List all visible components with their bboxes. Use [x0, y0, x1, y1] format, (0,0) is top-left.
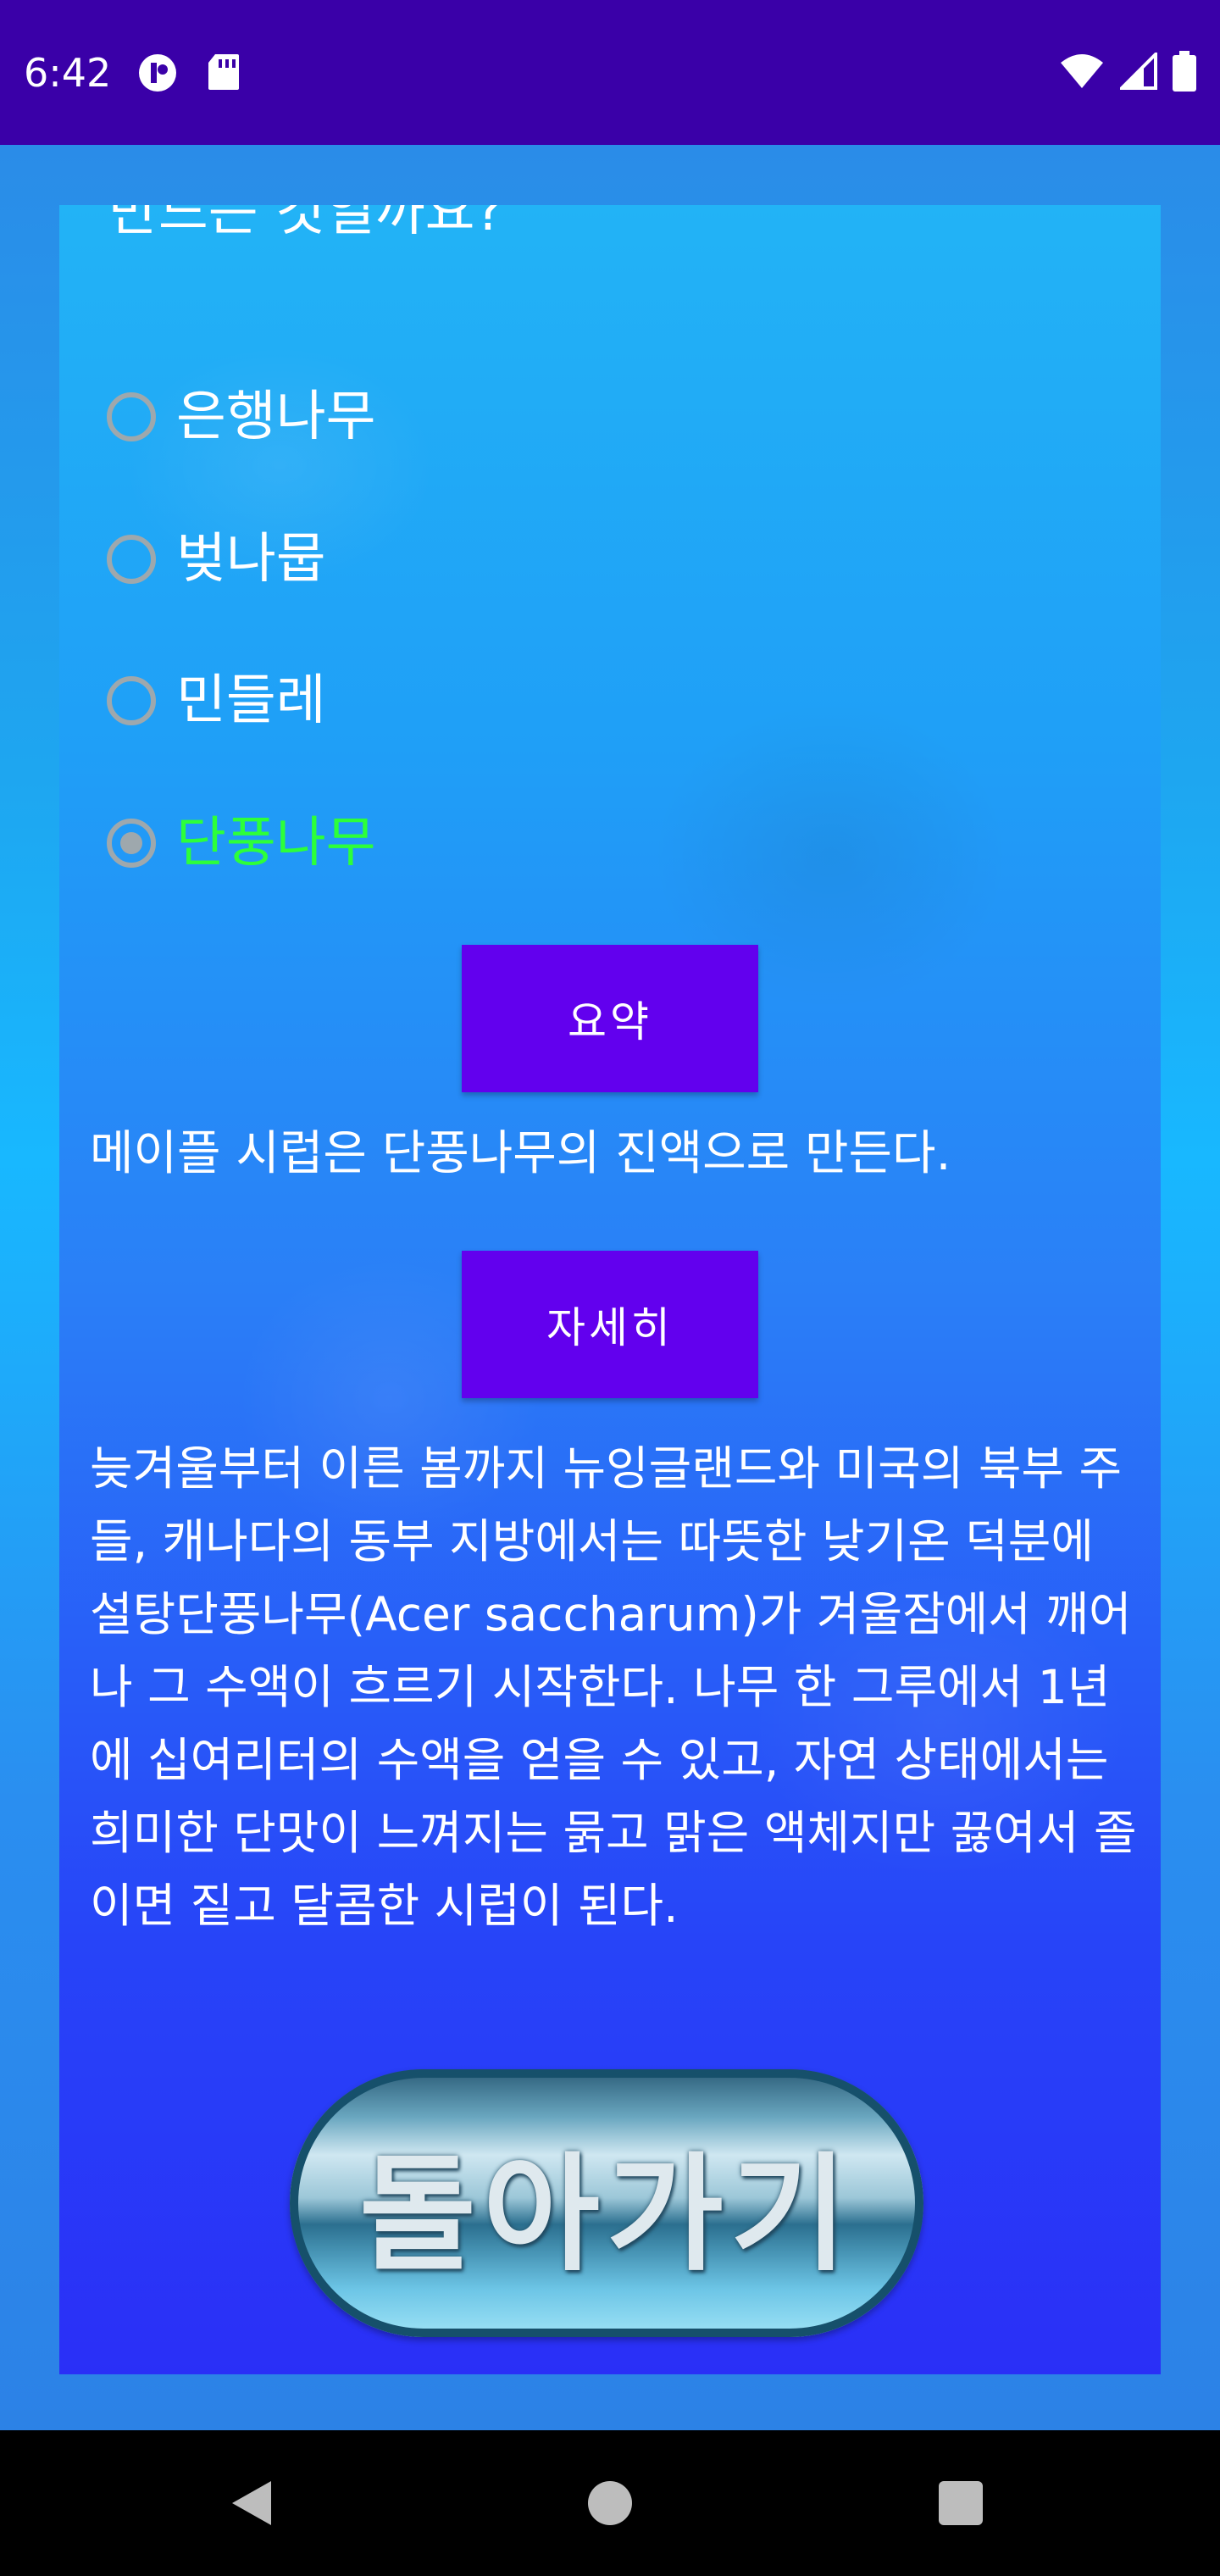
option-cherry[interactable]: 벚나뭅	[107, 521, 326, 597]
nav-home-icon[interactable]	[588, 2481, 632, 2525]
nav-back-icon[interactable]	[229, 2478, 274, 2532]
nav-recents-icon[interactable]	[939, 2481, 983, 2525]
battery-icon	[1173, 51, 1196, 95]
radio-button-checked[interactable]	[107, 819, 156, 868]
option-label: 은행나무	[176, 386, 376, 448]
detail-button[interactable]: 자세히	[462, 1251, 758, 1398]
option-maple[interactable]: 단풍나무	[107, 805, 376, 881]
summary-button[interactable]: 요약	[462, 945, 758, 1092]
cellular-signal-icon	[1117, 50, 1157, 93]
option-label: 벚나뭅	[176, 528, 326, 591]
radio-button[interactable]	[107, 676, 156, 725]
option-label: 단풍나무	[176, 812, 376, 874]
summary-text: 메이플 시럽은 단풍나무의 진액으로 만든다.	[90, 1126, 951, 1181]
question-text: 만드는 것일까요?	[108, 205, 504, 243]
back-button-label: 돌아가기	[358, 2139, 854, 2289]
radio-button[interactable]	[107, 535, 156, 584]
quiz-panel: 만드는 것일까요? 은행나무 벚나뭅 민들레 단풍나무 요약 메이플 시럽은 단…	[59, 205, 1161, 2374]
navigation-bar	[0, 2430, 1220, 2576]
detail-text: 늦겨울부터 이른 봄까지 뉴잉글랜드와 미국의 북부 주들, 캐나다의 동부 지…	[90, 1441, 1137, 1933]
option-label: 민들레	[176, 669, 326, 732]
option-dandelion[interactable]: 민들레	[107, 663, 326, 739]
app-notification-icon	[137, 53, 178, 97]
wifi-icon	[1059, 53, 1105, 93]
radio-button[interactable]	[107, 392, 156, 441]
status-time: 6:42	[24, 50, 112, 96]
back-button[interactable]: 돌아가기	[290, 2069, 923, 2337]
status-bar: 6:42	[0, 0, 1220, 145]
sd-card-icon	[207, 53, 241, 95]
option-ginkgo[interactable]: 은행나무	[107, 379, 376, 455]
